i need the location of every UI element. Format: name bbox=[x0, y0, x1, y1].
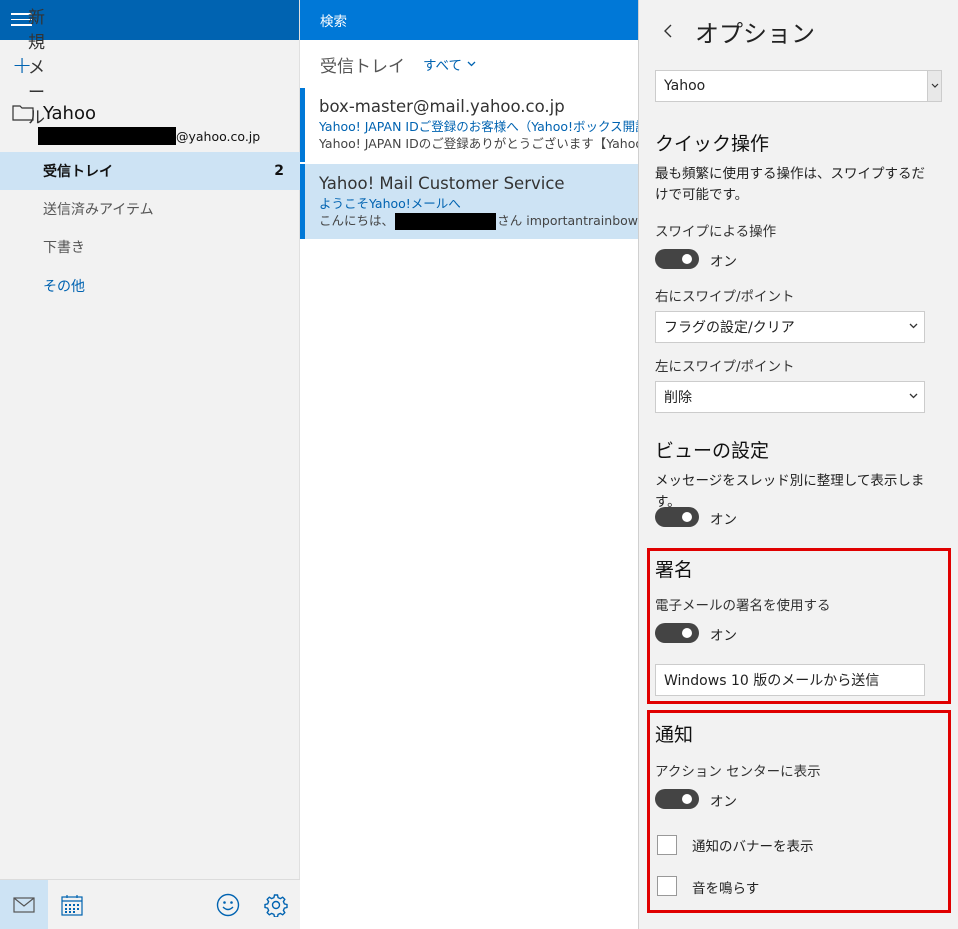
options-pane: オプション Yahoo クイック操作 最も頻繁に使用する操作は、スワイプするだけ… bbox=[638, 0, 958, 929]
message-preview: こんにちは、 さん importantrainbow bbox=[319, 212, 638, 230]
mail-button[interactable] bbox=[0, 880, 48, 929]
search-box[interactable]: 検索 bbox=[300, 0, 638, 40]
folder-label: 受信トレイ bbox=[43, 164, 113, 180]
options-title: オプション bbox=[695, 20, 815, 48]
message-item[interactable]: box-master@mail.yahoo.co.jp Yahoo! JAPAN… bbox=[300, 88, 638, 162]
folder-label: 送信済みアイテム bbox=[43, 202, 154, 218]
new-mail-button[interactable]: + 新規メール bbox=[12, 8, 45, 128]
navigation-pane: + 新規メール Yahoo @yahoo.co.jp 受信トレイ 2 送信済みア… bbox=[0, 0, 300, 929]
chevron-down-icon bbox=[931, 83, 939, 88]
message-subject: Yahoo! JAPAN IDご登録のお客様へ（Yahoo!ボックス開設に bbox=[319, 119, 638, 134]
settings-button[interactable] bbox=[252, 880, 300, 929]
action-center-toggle[interactable] bbox=[655, 789, 699, 809]
account-email-suffix: @yahoo.co.jp bbox=[176, 128, 261, 144]
swipe-right-select[interactable]: フラグの設定/クリア bbox=[655, 311, 925, 343]
toggle-state: オン bbox=[710, 254, 737, 270]
folder-icon bbox=[12, 105, 34, 121]
redacted-block bbox=[38, 127, 176, 145]
swipe-left-label: 左にスワイプ/ポイント bbox=[655, 359, 795, 375]
folder-drafts[interactable]: 下書き bbox=[0, 228, 300, 266]
preview-text: さん importantrainbow bbox=[497, 213, 638, 228]
smiley-icon bbox=[216, 893, 240, 916]
quick-actions-description: 最も頻繁に使用する操作は、スワイプするだけで可能です。 bbox=[655, 166, 925, 203]
back-arrow-icon[interactable] bbox=[661, 21, 675, 41]
folder-label: 下書き bbox=[43, 240, 85, 256]
toggle-state: オン bbox=[710, 794, 737, 810]
gear-icon bbox=[264, 893, 288, 917]
action-center-label: アクション センターに表示 bbox=[655, 764, 821, 780]
feedback-button[interactable] bbox=[204, 880, 252, 929]
sound-checkbox[interactable] bbox=[657, 876, 677, 896]
folder-more[interactable]: その他 bbox=[0, 267, 300, 305]
notifications-heading: 通知 bbox=[655, 724, 694, 746]
banner-checkbox[interactable] bbox=[657, 835, 677, 855]
list-header: 受信トレイ すべて bbox=[300, 40, 638, 88]
view-settings-description: メッセージをスレッド別に整理して表示します。 bbox=[655, 473, 925, 510]
message-item-selected[interactable]: Yahoo! Mail Customer Service ようこそYahoo!メ… bbox=[300, 164, 638, 239]
account-select-value: Yahoo bbox=[664, 78, 706, 94]
thread-view-toggle[interactable] bbox=[655, 507, 699, 527]
chevron-down-icon bbox=[909, 393, 918, 399]
quick-actions-heading: クイック操作 bbox=[655, 133, 770, 155]
message-subject: ようこそYahoo!メールへ bbox=[319, 196, 461, 211]
mail-icon bbox=[13, 896, 35, 913]
chevron-down-icon bbox=[467, 61, 476, 67]
sound-checkbox-label: 音を鳴らす bbox=[692, 881, 760, 897]
list-title: 受信トレイ bbox=[320, 56, 405, 77]
view-settings-heading: ビューの設定 bbox=[655, 440, 770, 462]
signature-toggle[interactable] bbox=[655, 623, 699, 643]
toggle-state: オン bbox=[710, 628, 737, 644]
redacted-block bbox=[395, 212, 497, 230]
swipe-actions-label: スワイプによる操作 bbox=[655, 224, 777, 240]
toggle-state: オン bbox=[710, 512, 737, 528]
signature-heading: 署名 bbox=[655, 559, 694, 581]
filter-label: すべて bbox=[423, 58, 463, 74]
swipe-left-select[interactable]: 削除 bbox=[655, 381, 925, 413]
banner-checkbox-label: 通知のバナーを表示 bbox=[692, 839, 814, 855]
preview-text: こんにちは、 bbox=[319, 213, 395, 228]
account-name: Yahoo bbox=[43, 103, 96, 124]
search-placeholder: 検索 bbox=[320, 14, 347, 30]
swipe-actions-toggle[interactable] bbox=[655, 249, 699, 269]
message-preview: Yahoo! JAPAN IDのご登録ありがとうございます【Yahoo!ボックス bbox=[319, 136, 638, 151]
signature-text-field[interactable]: Windows 10 版のメールから送信 bbox=[655, 664, 925, 696]
folder-label: その他 bbox=[43, 279, 85, 295]
calendar-button[interactable] bbox=[48, 880, 96, 929]
account-select[interactable]: Yahoo bbox=[655, 70, 942, 102]
account-email: @yahoo.co.jp bbox=[38, 127, 260, 145]
unread-count: 2 bbox=[274, 163, 284, 179]
message-sender: Yahoo! Mail Customer Service bbox=[319, 174, 565, 193]
chevron-down-icon bbox=[909, 323, 918, 329]
swipe-left-value: 削除 bbox=[664, 390, 692, 406]
signature-label: 電子メールの署名を使用する bbox=[655, 598, 831, 614]
message-list-pane: 検索 受信トレイ すべて box-master@mail.yahoo.co.jp… bbox=[300, 0, 638, 929]
message-sender: box-master@mail.yahoo.co.jp bbox=[319, 97, 565, 116]
filter-dropdown[interactable]: すべて bbox=[423, 54, 476, 74]
select-arrow bbox=[927, 71, 941, 101]
folder-inbox[interactable]: 受信トレイ 2 bbox=[0, 152, 300, 190]
signature-text-value: Windows 10 版のメールから送信 bbox=[664, 673, 880, 689]
swipe-right-label: 右にスワイプ/ポイント bbox=[655, 289, 795, 305]
swipe-right-value: フラグの設定/クリア bbox=[664, 320, 795, 336]
calendar-icon bbox=[61, 894, 83, 916]
nav-bottom-bar bbox=[0, 879, 300, 929]
folder-sent[interactable]: 送信済みアイテム bbox=[0, 190, 300, 228]
